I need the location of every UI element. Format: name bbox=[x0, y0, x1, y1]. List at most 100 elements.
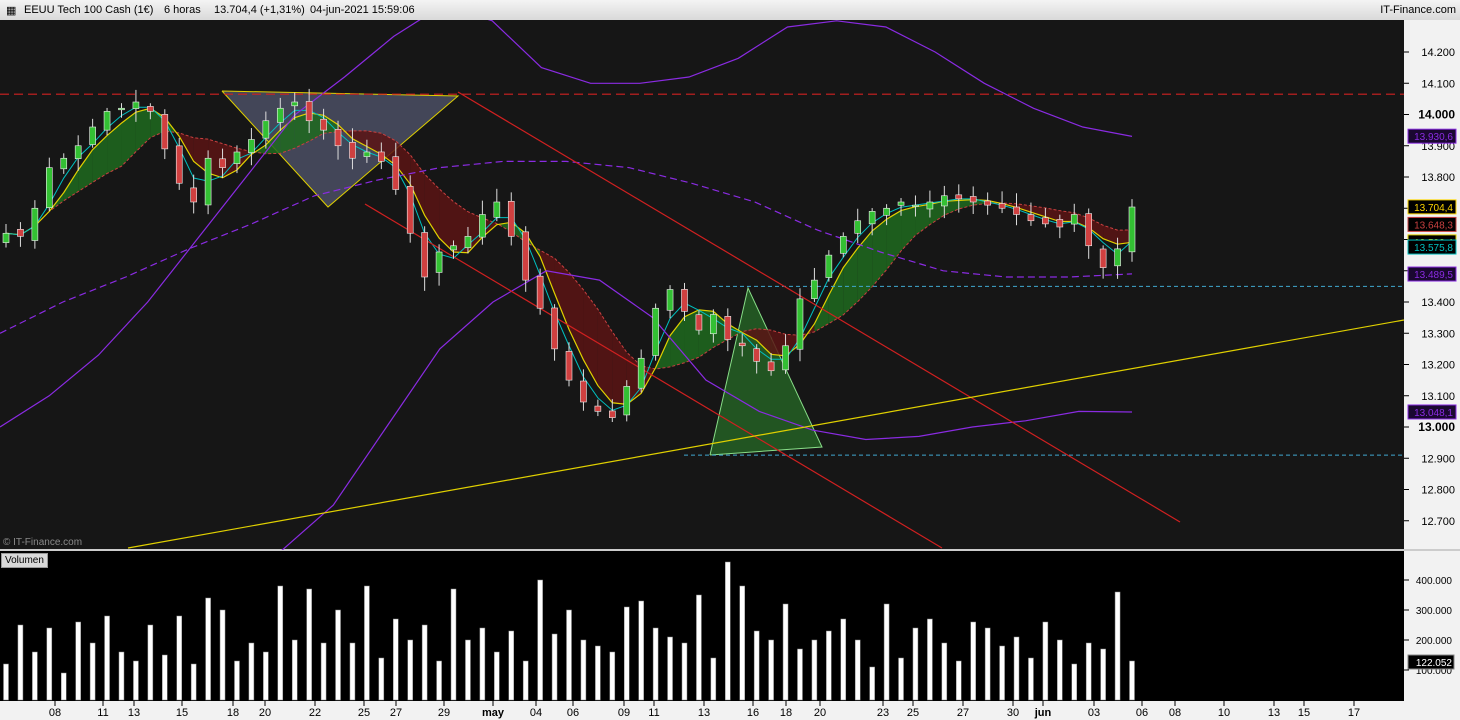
volume-bar bbox=[248, 642, 255, 701]
x-tick-label: 25 bbox=[907, 707, 919, 719]
candle-down bbox=[17, 228, 24, 237]
x-tick-label: 08 bbox=[1169, 707, 1181, 719]
candle-up bbox=[1128, 206, 1136, 253]
x-tick-label: 18 bbox=[780, 707, 792, 719]
volume-bar bbox=[263, 651, 269, 701]
y-tick-label: 12.800 bbox=[1421, 485, 1455, 497]
volume-bar bbox=[595, 645, 601, 701]
volume-bar bbox=[291, 639, 298, 701]
y-tick-label: 13.100 bbox=[1421, 391, 1455, 403]
x-tick-label: 22 bbox=[309, 707, 321, 719]
volume-bar bbox=[190, 663, 197, 701]
volume-bar bbox=[566, 609, 572, 701]
volume-bar bbox=[277, 585, 284, 701]
candle-up bbox=[204, 157, 212, 206]
volume-bar bbox=[234, 660, 240, 701]
candle-up bbox=[926, 201, 934, 210]
volume-bar bbox=[479, 627, 486, 701]
volume-bar bbox=[450, 588, 457, 701]
price-tag-label: 13.575,8 bbox=[1414, 243, 1453, 254]
volume-bar bbox=[797, 648, 803, 701]
volume-bar bbox=[753, 630, 760, 701]
volume-bar bbox=[46, 627, 53, 701]
volume-bar bbox=[1071, 663, 1078, 701]
x-tick-label: 25 bbox=[358, 707, 370, 719]
volume-bar bbox=[927, 618, 933, 701]
price-tag-label: 13.704,4 bbox=[1414, 203, 1453, 214]
candle-up bbox=[652, 307, 659, 356]
volume-bar bbox=[421, 624, 428, 701]
y-tick-label: 14.000 bbox=[1418, 108, 1455, 122]
candle-down bbox=[175, 145, 183, 184]
volume-bar bbox=[912, 627, 919, 701]
candle-down bbox=[580, 380, 587, 403]
x-tick-label: may bbox=[482, 707, 505, 719]
candle-up bbox=[897, 201, 905, 206]
volume-bar bbox=[739, 585, 745, 701]
volume-bar bbox=[3, 663, 9, 701]
candle-up bbox=[132, 101, 140, 109]
candle-up bbox=[46, 167, 53, 209]
candle-down bbox=[1013, 206, 1020, 215]
watermark: © IT-Finance.com bbox=[3, 537, 83, 548]
price-plot-area bbox=[0, 20, 1404, 550]
candle-up bbox=[868, 211, 876, 225]
volume-bar bbox=[840, 618, 847, 701]
x-tick-label: 17 bbox=[1348, 707, 1360, 719]
x-tick-label: 18 bbox=[227, 707, 239, 719]
volume-bar bbox=[898, 657, 904, 701]
candle-down bbox=[522, 231, 529, 281]
x-tick-label: 08 bbox=[49, 707, 61, 719]
volume-bar bbox=[508, 630, 515, 701]
x-tick-label: 15 bbox=[1298, 707, 1310, 719]
volume-bar bbox=[378, 657, 385, 701]
candle-up bbox=[623, 386, 631, 416]
candle-down bbox=[392, 156, 400, 190]
volume-bar bbox=[60, 672, 67, 701]
candle-up bbox=[118, 107, 125, 111]
volume-bar bbox=[219, 609, 226, 701]
x-tick-label: jun bbox=[1034, 707, 1052, 719]
y-tick-label: 14.100 bbox=[1421, 78, 1455, 90]
candle-down bbox=[305, 101, 313, 122]
volume-bar bbox=[320, 642, 327, 701]
x-tick-label: 13 bbox=[128, 707, 140, 719]
candle-up bbox=[450, 245, 457, 251]
volume-bar bbox=[465, 639, 471, 701]
volume-bar bbox=[1085, 642, 1092, 701]
candle-up bbox=[839, 236, 847, 254]
candle-up bbox=[31, 207, 39, 241]
x-tick-label: 09 bbox=[618, 707, 630, 719]
candle-up bbox=[363, 151, 371, 157]
candle-down bbox=[1085, 213, 1092, 247]
candle-down bbox=[955, 194, 963, 200]
x-tick-label: 13 bbox=[698, 707, 710, 719]
volume-bar bbox=[609, 651, 616, 701]
candle-down bbox=[161, 114, 169, 150]
volume-bar bbox=[970, 621, 976, 701]
candle-down bbox=[219, 158, 226, 168]
volume-bar bbox=[364, 585, 370, 701]
x-tick-label: 03 bbox=[1088, 707, 1100, 719]
candle-down bbox=[767, 361, 775, 372]
candle-up bbox=[825, 254, 833, 278]
volume-bar bbox=[1057, 639, 1063, 701]
volume-bar bbox=[681, 642, 688, 701]
candle-down bbox=[551, 307, 558, 350]
volume-bar bbox=[32, 651, 38, 701]
price-tag-label: 13.048,1 bbox=[1414, 408, 1453, 419]
volume-bar bbox=[75, 621, 81, 701]
price-tag-label: 13.648,3 bbox=[1414, 220, 1453, 231]
volume-label: Volumen bbox=[1, 553, 48, 568]
x-tick-label: 04 bbox=[530, 707, 542, 719]
volume-bar bbox=[118, 651, 125, 701]
volume-tick-label: 300.000 bbox=[1416, 606, 1453, 617]
price-axis bbox=[1404, 20, 1460, 550]
volume-bar bbox=[811, 639, 818, 701]
candle-down bbox=[536, 275, 544, 309]
candle-down bbox=[594, 405, 602, 412]
candle-down bbox=[998, 203, 1006, 209]
volume-bar bbox=[782, 603, 789, 701]
candle-up bbox=[103, 111, 111, 131]
candle-down bbox=[1042, 217, 1049, 225]
